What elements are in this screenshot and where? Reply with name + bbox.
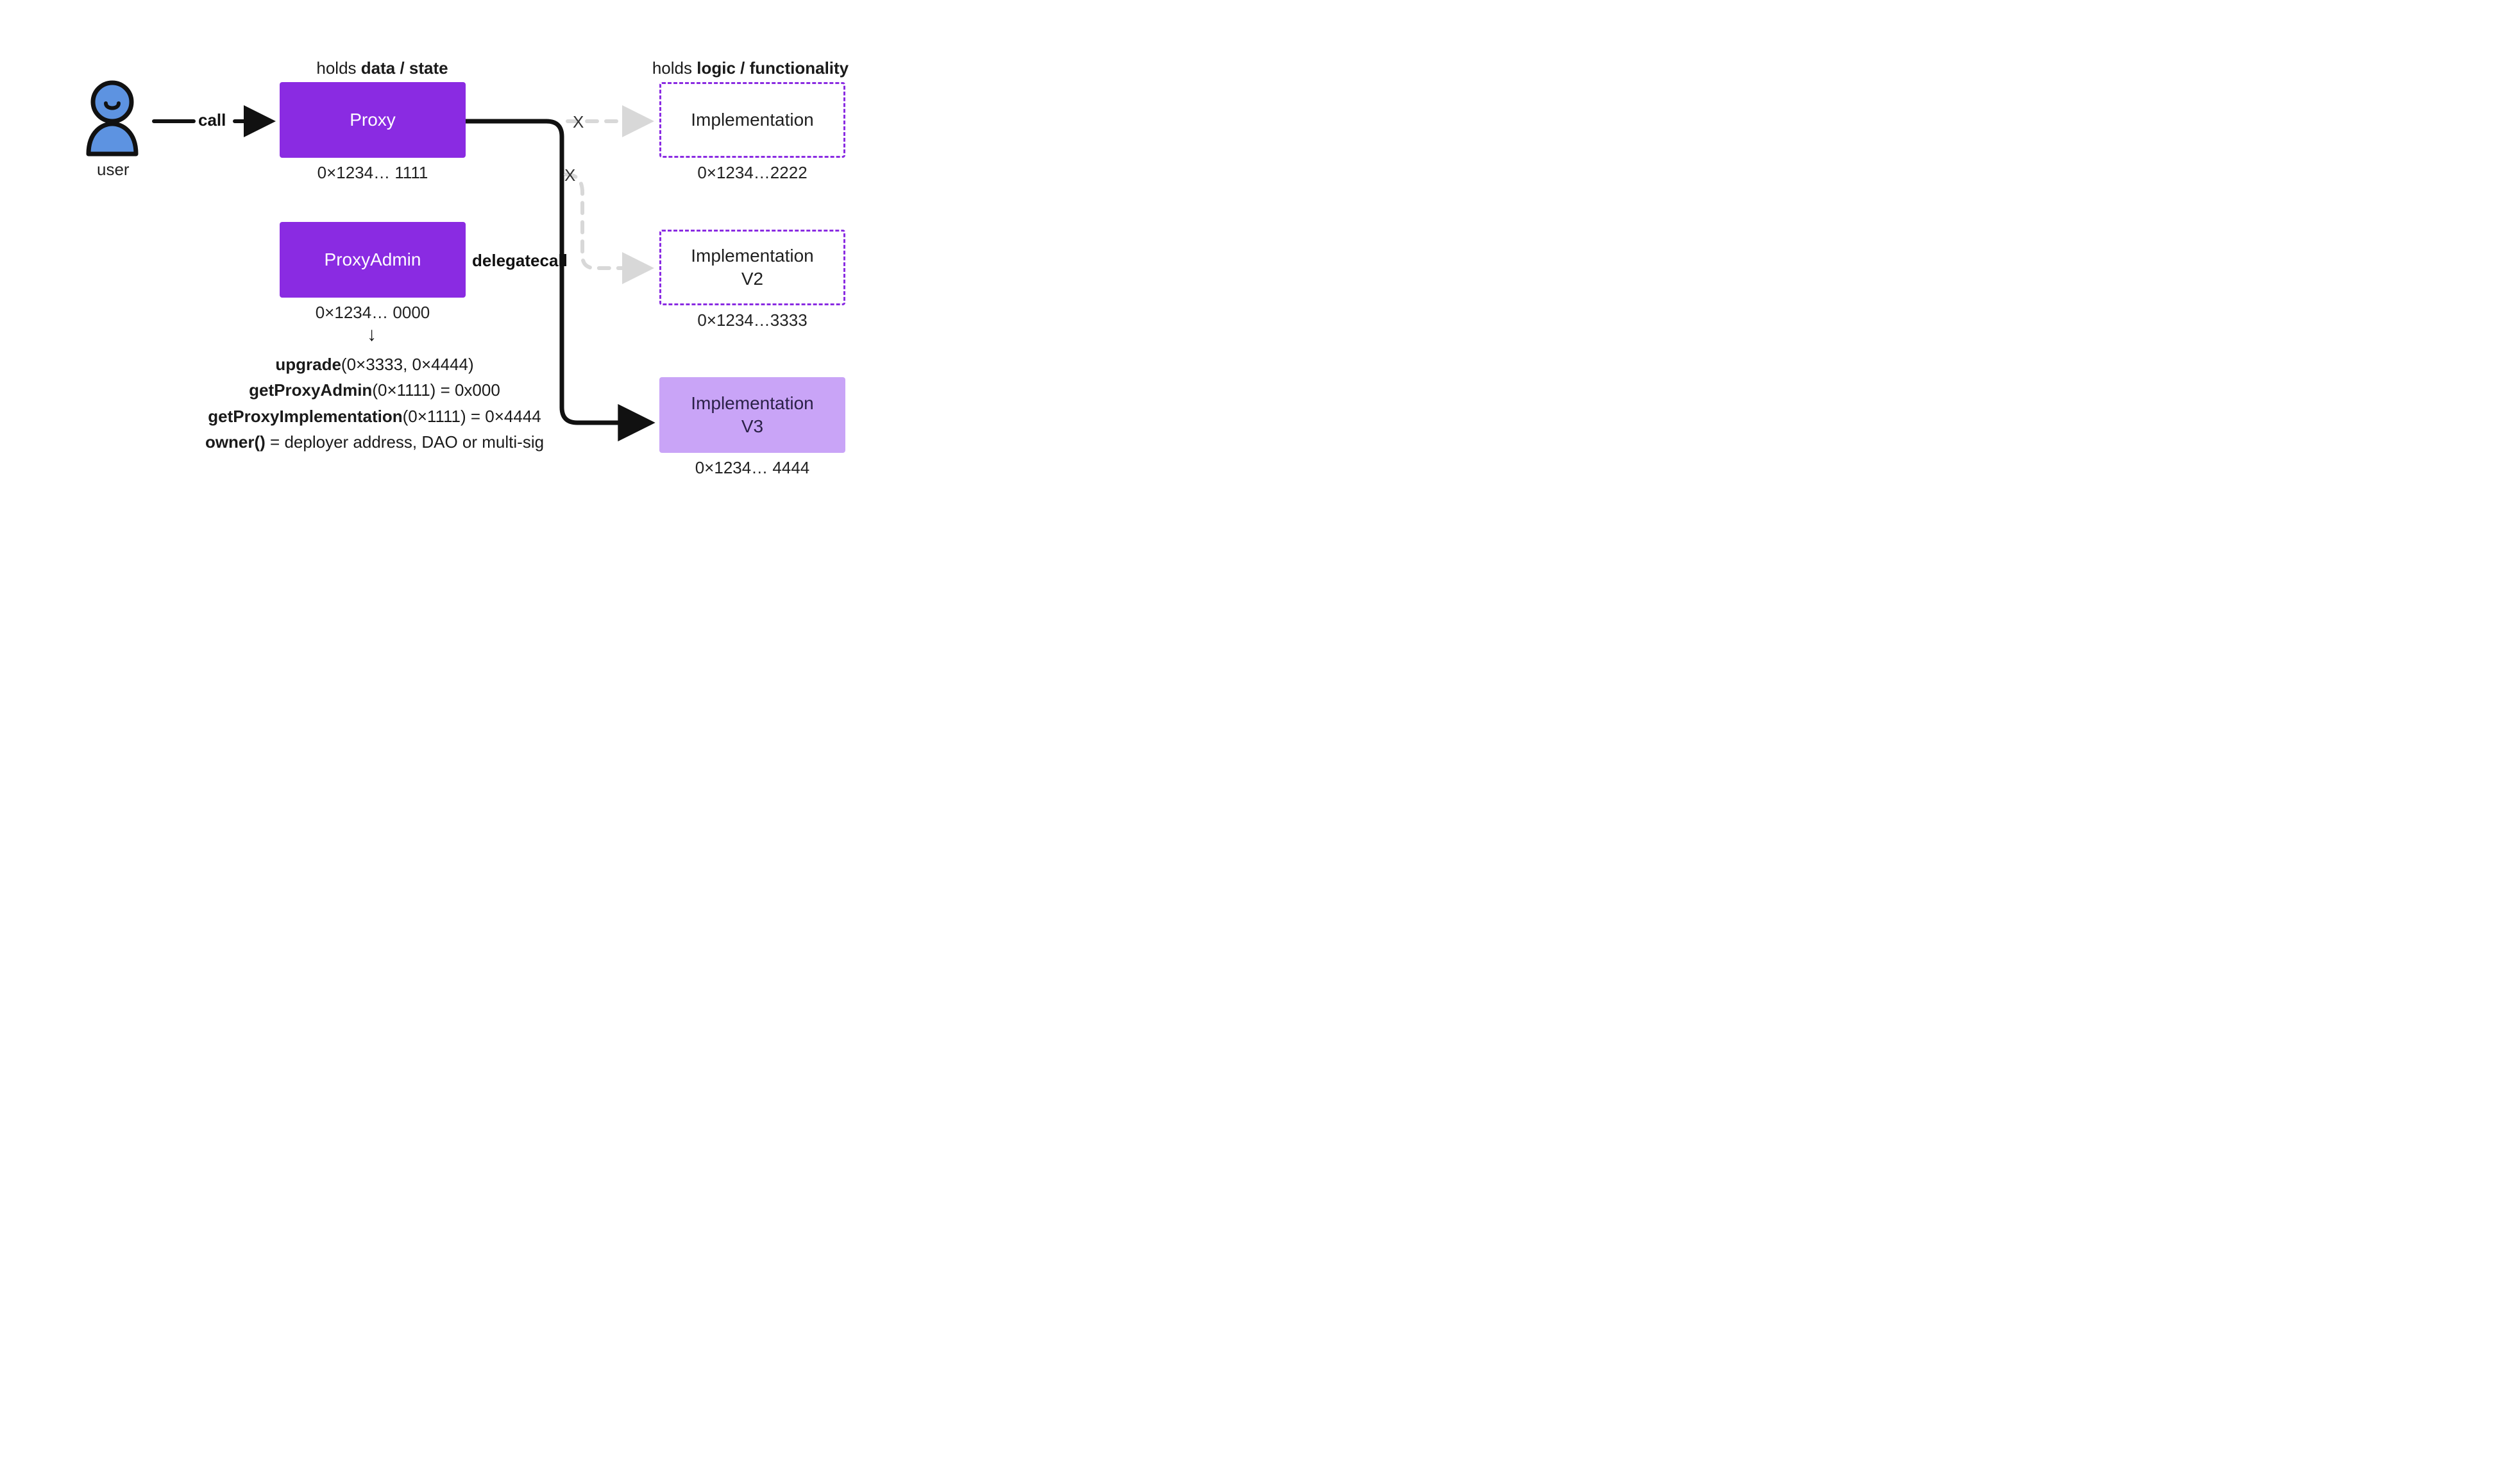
edge-label-delegatecall: delegatecall [472, 251, 568, 271]
impl-v3-label-line1: Implementation [691, 392, 813, 415]
user-icon [77, 74, 148, 160]
impl-v1-addr: 0×1234…2222 [659, 163, 845, 183]
impl-v3-addr: 0×1234… 4444 [659, 458, 845, 478]
user-label: user [97, 160, 130, 180]
proxy-admin-addr: 0×1234… 0000 [280, 303, 466, 323]
impl-v2-box: Implementation V2 [659, 230, 845, 305]
impl-v1-box: Implementation [659, 82, 845, 158]
func-list: upgrade(0×3333, 0×4444) getProxyAdmin(0×… [169, 352, 580, 455]
impl-caption-prefix: holds [652, 58, 697, 78]
impl-caption-bold: logic / functionality [697, 58, 849, 78]
impl-v2-addr: 0×1234…3333 [659, 310, 845, 330]
edge-label-call: call [198, 110, 226, 130]
impl-v2-label-line2: V2 [691, 267, 813, 291]
func-getProxyImplementation: getProxyImplementation(0×1111) = 0×4444 [169, 403, 580, 429]
proxy-label: Proxy [350, 108, 396, 131]
func-owner: owner() = deployer address, DAO or multi… [169, 429, 580, 455]
func-getProxyAdmin: getProxyAdmin(0×1111) = 0x000 [169, 377, 580, 403]
edge-deprecated-2 [566, 174, 648, 268]
proxy-addr: 0×1234… 1111 [280, 163, 466, 183]
impl-v2-label-line1: Implementation [691, 244, 813, 267]
impl-v3-box: Implementation V3 [659, 377, 845, 453]
impl-v1-label: Implementation [691, 108, 813, 131]
down-arrow-icon: ↓ [367, 324, 376, 346]
impl-caption: holds logic / functionality [641, 58, 859, 78]
proxy-admin-label: ProxyAdmin [325, 248, 421, 271]
x-mark-1: X [573, 112, 584, 132]
func-upgrade: upgrade(0×3333, 0×4444) [169, 352, 580, 377]
proxy-caption: holds data / state [292, 58, 472, 78]
proxy-admin-box: ProxyAdmin [280, 222, 466, 298]
proxy-box: Proxy [280, 82, 466, 158]
x-mark-2: X [564, 165, 575, 185]
impl-v3-label-line2: V3 [691, 415, 813, 438]
proxy-caption-prefix: holds [316, 58, 360, 78]
proxy-caption-bold: data / state [361, 58, 448, 78]
